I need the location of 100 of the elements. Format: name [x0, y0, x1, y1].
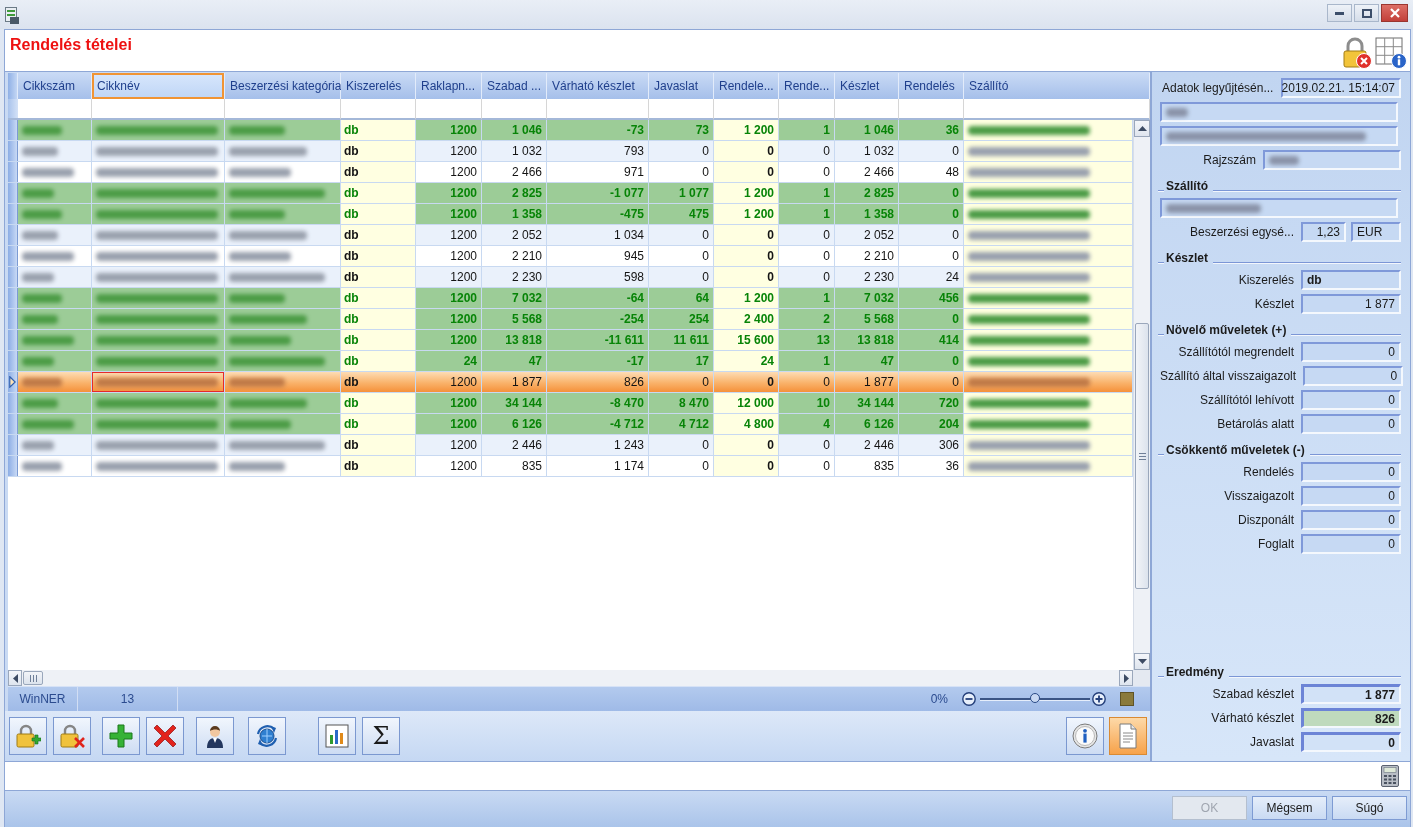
text-field[interactable]: [1160, 102, 1398, 122]
table-row[interactable]: db 1200 835 1 174 0 0 0 835 36: [8, 456, 1133, 477]
zoom-in-icon[interactable]: [1092, 692, 1106, 706]
value-field[interactable]: 0: [1301, 510, 1401, 530]
table-row[interactable]: db 1200 1 032 793 0 0 0 1 032 0: [8, 141, 1133, 162]
scroll-right-button[interactable]: [1119, 670, 1133, 686]
chart-button[interactable]: [318, 717, 356, 755]
field-label: Diszponált: [1236, 513, 1295, 527]
supplier-field[interactable]: [1160, 198, 1398, 218]
sum-button[interactable]: Σ: [362, 717, 400, 755]
add-button[interactable]: [102, 717, 140, 755]
table-cell: 0: [779, 267, 835, 287]
table-cell: 0: [899, 372, 964, 392]
column-header[interactable]: Szabad ...: [482, 73, 547, 99]
table-row[interactable]: db 1200 2 466 971 0 0 0 2 466 48: [8, 162, 1133, 183]
column-header[interactable]: Rendelés: [899, 73, 964, 99]
row-selector[interactable]: [8, 372, 18, 392]
table-row[interactable]: db 1200 13 818 -11 611 11 611 15 600 13 13 818 414: [8, 330, 1133, 351]
filter-field[interactable]: [649, 99, 714, 120]
scroll-down-button[interactable]: [1134, 653, 1150, 670]
table-row[interactable]: db 1200 6 126 -4 712 4 712 4 800 4 6 126 204: [8, 414, 1133, 435]
column-header[interactable]: Cikknév: [92, 73, 225, 99]
scroll-up-button[interactable]: [1134, 120, 1150, 137]
dialog-button[interactable]: Mégsem: [1252, 796, 1327, 820]
filter-field[interactable]: [225, 99, 341, 120]
table-row[interactable]: db 1200 7 032 -64 64 1 200 1 7 032 456: [8, 288, 1133, 309]
table-row[interactable]: db 1200 2 052 1 034 0 0 0 2 052 0: [8, 225, 1133, 246]
table-row[interactable]: db 1200 2 446 1 243 0 0 0 2 446 306: [8, 435, 1133, 456]
square-icon: [1120, 692, 1134, 706]
scroll-thumb[interactable]: [1135, 323, 1149, 589]
table-row[interactable]: db 1200 2 210 945 0 0 0 2 210 0: [8, 246, 1133, 267]
filter-field[interactable]: [341, 99, 416, 120]
filter-field[interactable]: [714, 99, 779, 120]
filter-field[interactable]: [899, 99, 964, 120]
filter-field[interactable]: [779, 99, 835, 120]
info-button[interactable]: [1066, 717, 1104, 755]
value-field[interactable]: 0: [1301, 390, 1401, 410]
user-button[interactable]: [196, 717, 234, 755]
horizontal-scrollbar[interactable]: [8, 670, 1133, 686]
timestamp-field[interactable]: 2019.02.21. 15:14:07: [1281, 78, 1401, 98]
refresh-button[interactable]: [248, 717, 286, 755]
filter-field[interactable]: [18, 99, 92, 120]
column-header[interactable]: Beszerzési kategória: [225, 73, 341, 99]
scroll-thumb[interactable]: [23, 671, 43, 685]
column-header[interactable]: Szállító: [964, 73, 1150, 99]
column-header[interactable]: Javaslat: [649, 73, 714, 99]
table-row[interactable]: db 24 47 -17 17 24 1 47 0: [8, 351, 1133, 372]
table-row[interactable]: db 1200 2 230 598 0 0 0 2 230 24: [8, 267, 1133, 288]
column-header[interactable]: Rende...: [779, 73, 835, 99]
value-field[interactable]: 0: [1301, 534, 1401, 554]
column-header[interactable]: Készlet: [835, 73, 899, 99]
column-header[interactable]: Várható készlet: [547, 73, 649, 99]
table-row[interactable]: db 1200 1 877 826 0 0 0 1 877 0: [8, 372, 1133, 393]
table-cell: db: [341, 141, 416, 161]
calculator-icon[interactable]: [1381, 765, 1399, 787]
table-cell: 1 358: [835, 204, 899, 224]
table-row[interactable]: db 1200 1 046 -73 73 1 200 1 1 046 36: [8, 120, 1133, 141]
column-header[interactable]: Raklapn...: [416, 73, 482, 99]
grid-info-button[interactable]: [1375, 36, 1407, 69]
unit-price-field[interactable]: 1,23: [1301, 222, 1346, 242]
filter-field[interactable]: [964, 99, 1150, 120]
value-field[interactable]: db: [1301, 270, 1401, 290]
filter-field[interactable]: [547, 99, 649, 120]
close-button[interactable]: [1381, 4, 1408, 22]
dialog-button[interactable]: Súgó: [1332, 796, 1407, 820]
table-row[interactable]: db 1200 2 825 -1 077 1 077 1 200 1 2 825 0: [8, 183, 1133, 204]
unlock-button[interactable]: [1340, 36, 1372, 69]
result-field[interactable]: 1 877: [1301, 684, 1401, 704]
result-field[interactable]: 826: [1301, 708, 1401, 728]
value-field[interactable]: 1 877: [1301, 294, 1401, 314]
currency-field[interactable]: EUR: [1351, 222, 1401, 242]
result-field[interactable]: 0: [1301, 732, 1401, 752]
drawing-number-field[interactable]: [1263, 150, 1401, 170]
zoom-out-icon[interactable]: [962, 692, 976, 706]
document-button[interactable]: [1109, 717, 1147, 755]
table-row[interactable]: db 1200 34 144 -8 470 8 470 12 000 10 34 144 720: [8, 393, 1133, 414]
maximize-button[interactable]: [1354, 4, 1379, 22]
value-field[interactable]: 0: [1301, 342, 1401, 362]
text-field[interactable]: [1160, 126, 1398, 146]
column-header[interactable]: Rendele...: [714, 73, 779, 99]
slider-thumb[interactable]: [1030, 692, 1040, 703]
value-field[interactable]: 0: [1303, 366, 1404, 386]
lock-add-button[interactable]: [9, 717, 47, 755]
column-header[interactable]: Kiszerelés: [341, 73, 416, 99]
delete-button[interactable]: [146, 717, 184, 755]
filter-field[interactable]: [416, 99, 482, 120]
vertical-scrollbar[interactable]: [1133, 120, 1150, 670]
table-row[interactable]: db 1200 1 358 -475 475 1 200 1 1 358 0: [8, 204, 1133, 225]
column-header[interactable]: Cikkszám: [18, 73, 92, 99]
filter-field[interactable]: [835, 99, 899, 120]
redacted-text: [22, 293, 62, 303]
minimize-button[interactable]: [1327, 4, 1352, 22]
filter-field[interactable]: [92, 99, 225, 120]
filter-field[interactable]: [482, 99, 547, 120]
scroll-left-button[interactable]: [8, 670, 22, 686]
table-row[interactable]: db 1200 5 568 -254 254 2 400 2 5 568 0: [8, 309, 1133, 330]
value-field[interactable]: 0: [1301, 414, 1401, 434]
lock-remove-button[interactable]: [53, 717, 91, 755]
value-field[interactable]: 0: [1301, 462, 1401, 482]
value-field[interactable]: 0: [1301, 486, 1401, 506]
